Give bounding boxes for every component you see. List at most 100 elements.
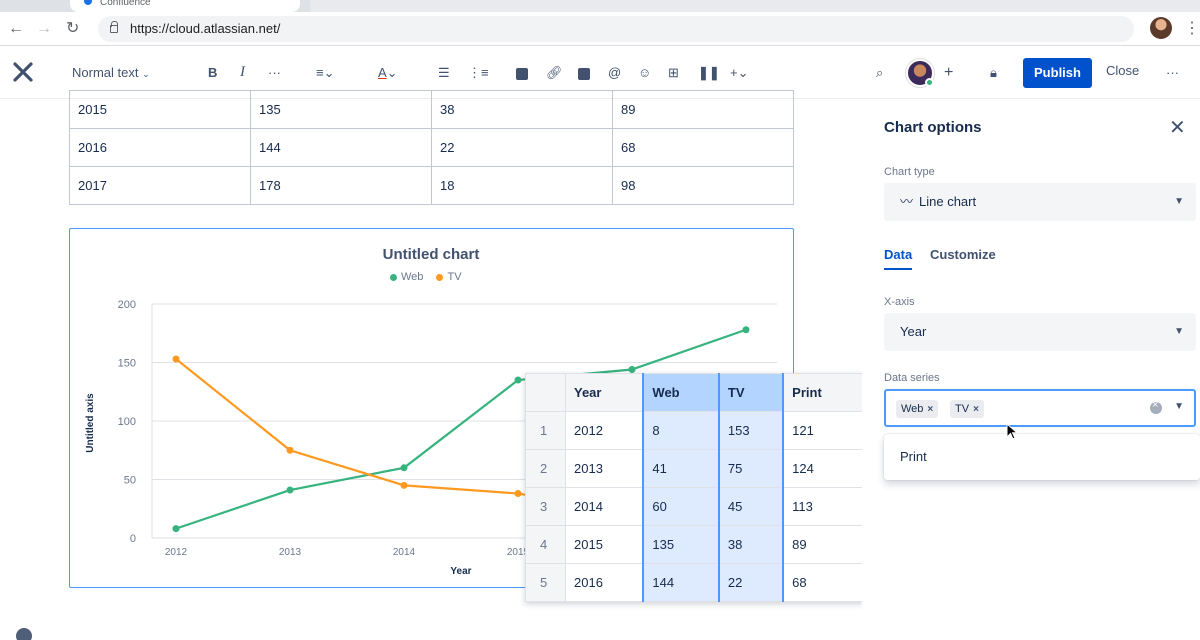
chip-label: Web [901, 403, 924, 415]
text-style-label: Normal text [72, 65, 139, 80]
confluence-logo-icon[interactable] [12, 61, 34, 83]
table-cell[interactable]: 38 [718, 525, 785, 564]
column-header-web[interactable]: Web [642, 373, 720, 412]
table-cell[interactable]: 22 [718, 563, 785, 602]
table-cell[interactable]: 98 [612, 166, 794, 205]
more-options-icon[interactable]: ··· [1166, 63, 1179, 83]
bold-button[interactable]: B [208, 63, 217, 83]
table-cell[interactable]: 178 [250, 166, 432, 205]
insert-dropdown[interactable]: +⌄ [730, 63, 749, 83]
data-series-multiselect[interactable]: Web× TV× ▼ [884, 389, 1196, 427]
row-number: 4 [525, 525, 566, 564]
text-color-icon[interactable]: A⌄ [378, 63, 398, 83]
table-cell[interactable]: 124 [782, 449, 864, 488]
chart-type-select[interactable]: 〰 Line chart ▼ [884, 183, 1196, 221]
chevron-down-icon[interactable]: ▼ [1174, 401, 1184, 412]
y-tick-label: 100 [118, 416, 136, 428]
table-cell[interactable]: 45 [718, 487, 785, 526]
search-icon[interactable]: ⌕ [876, 63, 883, 83]
x-tick-label: 2013 [279, 547, 302, 558]
table-cell[interactable]: 68 [782, 563, 864, 602]
collaborator-avatar[interactable] [906, 59, 934, 87]
table-cell[interactable]: 89 [782, 525, 864, 564]
xaxis-select[interactable]: Year ▼ [884, 313, 1196, 351]
table-cell[interactable]: 135 [250, 90, 432, 129]
table-cell[interactable]: 144 [250, 128, 432, 167]
table-cell[interactable]: 18 [431, 166, 613, 205]
forward-arrow-icon[interactable]: → [36, 20, 52, 38]
url-field[interactable]: https://cloud.atlassian.net/ [98, 16, 1134, 42]
table-cell[interactable]: 41 [642, 449, 720, 488]
data-table-scrolled: 2015 135 38 89 2016 144 22 68 2017 178 1… [69, 90, 794, 205]
chart-options-panel: Chart options ✕ Chart type 〰 Line chart ▼… [862, 99, 1200, 640]
menu-option-print[interactable]: Print [900, 449, 927, 464]
remove-chip-icon[interactable]: × [973, 404, 979, 415]
table-cell[interactable]: 121 [782, 411, 864, 450]
image-icon[interactable] [578, 63, 590, 83]
invite-plus-icon[interactable]: + [944, 63, 953, 83]
remove-chip-icon[interactable]: × [927, 404, 933, 415]
browser-menu-icon[interactable]: ⋮ [1184, 18, 1200, 38]
row-number: 5 [525, 563, 566, 602]
table-cell[interactable]: 22 [431, 128, 613, 167]
help-icon[interactable] [16, 628, 32, 640]
task-checkbox-icon[interactable] [516, 63, 528, 83]
table-cell[interactable]: 113 [782, 487, 864, 526]
text-style-dropdown[interactable]: Normal text ⌄ [72, 63, 150, 84]
numbered-list-icon[interactable]: ⋮≡ [468, 63, 489, 83]
profile-avatar[interactable] [1150, 17, 1172, 39]
publish-button[interactable]: Publish [1023, 58, 1092, 88]
table-cell[interactable]: 2016 [565, 563, 644, 602]
bullet-list-icon[interactable]: ☰ [438, 63, 450, 83]
clear-icon[interactable] [1150, 399, 1162, 414]
back-arrow-icon[interactable]: ← [8, 20, 24, 38]
table-cell[interactable]: 2015 [69, 90, 251, 129]
close-button[interactable]: Close [1106, 63, 1139, 78]
tab-customize[interactable]: Customize [930, 247, 996, 262]
table-row: 3 2014 60 45 113 [525, 487, 864, 526]
mention-icon[interactable]: @ [608, 63, 621, 83]
table-cell[interactable]: 38 [431, 90, 613, 129]
table-cell[interactable]: 8 [642, 411, 720, 450]
align-dropdown-icon[interactable]: ≡⌄ [316, 63, 334, 83]
series-chip-tv[interactable]: TV × [950, 400, 984, 418]
data-point-web [514, 376, 522, 384]
table-cell[interactable]: 89 [612, 90, 794, 129]
layout-icon[interactable]: ❚❚ [698, 63, 720, 83]
table-cell[interactable]: 2012 [565, 411, 644, 450]
chip-label: TV [955, 403, 970, 415]
table-cell[interactable]: 153 [718, 411, 785, 450]
table-row: 2015 135 38 89 [69, 90, 794, 129]
table-icon[interactable]: ⊞ [668, 63, 679, 83]
more-formatting-button[interactable]: ··· [268, 63, 281, 83]
column-header-year[interactable]: Year [565, 373, 644, 412]
table-cell[interactable]: 60 [642, 487, 720, 526]
table-header-row: Year Web TV Print [525, 373, 864, 412]
tab-data[interactable]: Data [884, 247, 913, 270]
table-cell[interactable]: 2017 [69, 166, 251, 205]
lock-icon [110, 21, 118, 33]
close-icon[interactable]: ✕ [1169, 115, 1186, 140]
restrictions-lock-icon[interactable]: 🔒︎ [990, 63, 997, 83]
table-cell[interactable]: 2013 [565, 449, 644, 488]
table-cell[interactable]: 68 [612, 128, 794, 167]
reload-icon[interactable]: ↻ [66, 20, 79, 38]
table-cell[interactable]: 144 [642, 563, 720, 602]
column-header-print[interactable]: Print [782, 373, 864, 412]
table-cell[interactable]: 2015 [565, 525, 644, 564]
browser-tab[interactable]: Confluence [70, 0, 300, 12]
column-header-tv[interactable]: TV [718, 373, 785, 412]
table-cell[interactable]: 75 [718, 449, 785, 488]
x-axis-title: Year [450, 566, 471, 577]
row-number: 2 [525, 449, 566, 488]
row-number: 1 [525, 411, 566, 450]
table-cell[interactable]: 135 [642, 525, 720, 564]
table-cell[interactable]: 2014 [565, 487, 644, 526]
link-icon[interactable]: 🔗︎ [546, 63, 563, 83]
series-chip-web[interactable]: Web × [896, 400, 939, 418]
table-row: 1 2012 8 153 121 [525, 411, 864, 450]
table-cell[interactable]: 2016 [69, 128, 251, 167]
data-point-web [742, 326, 750, 334]
italic-button[interactable]: I [240, 62, 245, 82]
emoji-icon[interactable]: ☺ [638, 63, 651, 83]
